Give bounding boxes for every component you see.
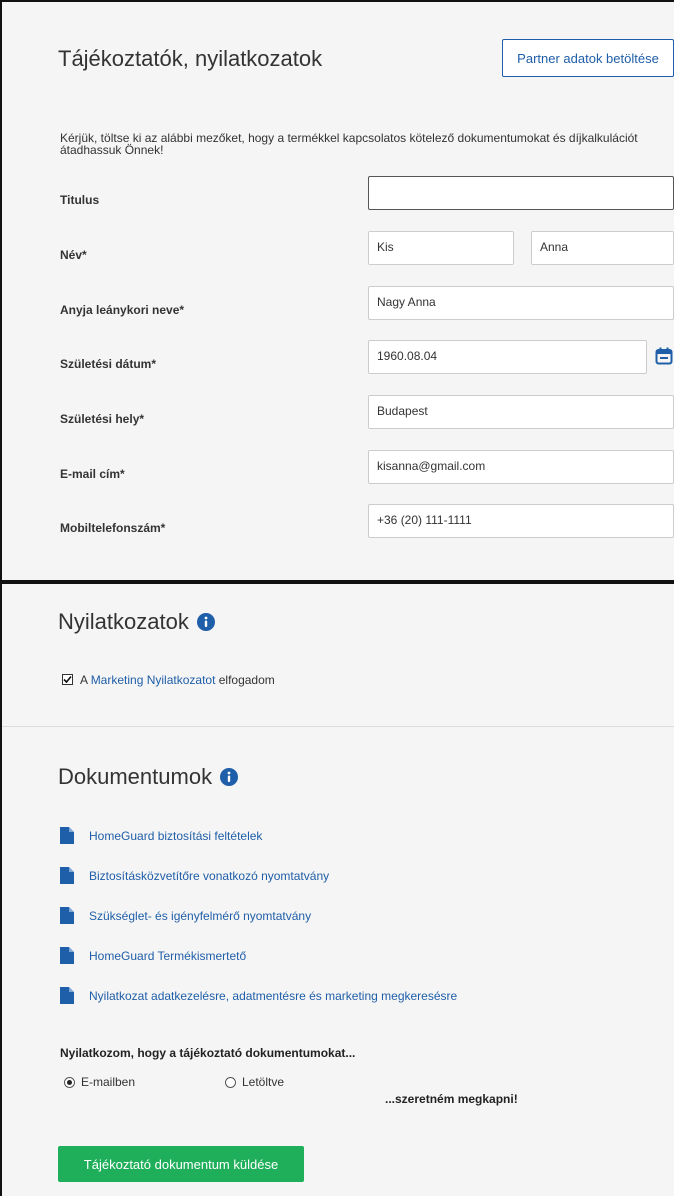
send-documents-button[interactable]: Tájékoztató dokumentum küldése (58, 1146, 304, 1182)
document-icon (60, 907, 74, 924)
first-name-input[interactable]: Kis (368, 231, 514, 265)
declarations-heading: Nyilatkozatok (58, 609, 215, 635)
section-divider (2, 726, 674, 727)
radio-download-label[interactable]: Letöltve (242, 1075, 284, 1089)
phone-label: Mobiltelefonszám* (60, 521, 166, 535)
document-link[interactable]: Biztosításközvetítőre vonatkozó nyomtatv… (89, 869, 329, 883)
checkmark-icon (63, 675, 72, 684)
nev-label: Név* (60, 248, 87, 262)
delivery-suffix: ...szeretném megkapni! (385, 1092, 518, 1106)
marketing-prefix: A (80, 673, 91, 687)
section-title-documents: Dokumentumok (58, 764, 213, 789)
phone-input[interactable]: +36 (20) 111-1111 (368, 504, 674, 538)
info-icon[interactable] (220, 768, 239, 786)
marketing-suffix: elfogadom (215, 673, 275, 687)
document-link[interactable]: HomeGuard Termékismertető (89, 949, 246, 963)
radio-email[interactable] (64, 1077, 75, 1088)
section-title-info: Tájékoztatók, nyilatkozatok (58, 46, 323, 71)
last-name-input[interactable]: Anna (531, 231, 674, 265)
declarations-section: Nyilatkozatok A Marketing Nyilatkozatot … (0, 582, 674, 1196)
mother-name-label: Anyja leánykori neve* (60, 303, 185, 317)
birth-place-input[interactable]: Budapest (368, 395, 674, 429)
marketing-statement-link[interactable]: Marketing Nyilatkozatot (91, 673, 216, 687)
info-icon[interactable] (196, 613, 215, 631)
marketing-checkbox[interactable] (62, 674, 73, 685)
intro-text: Kérjük, töltse ki az alábbi mezőket, hog… (60, 131, 638, 157)
document-item[interactable]: Nyilatkozat adatkezelésre, adatmentésre … (60, 987, 457, 1004)
delivery-question: Nyilatkozom, hogy a tájékoztató dokument… (60, 1046, 356, 1060)
documents-heading: Dokumentumok (58, 764, 239, 790)
info-section: Tájékoztatók, nyilatkozatok Partner adat… (0, 0, 674, 582)
titulus-input[interactable] (368, 176, 674, 210)
email-input[interactable]: kisanna@gmail.com (368, 450, 674, 484)
page: Tájékoztatók, nyilatkozatok Partner adat… (0, 0, 674, 1196)
document-item[interactable]: HomeGuard Termékismertető (60, 947, 246, 964)
document-link[interactable]: Szükséglet- és igényfelmérő nyomtatvány (89, 909, 311, 923)
document-icon (60, 987, 74, 1004)
radio-download[interactable] (225, 1077, 236, 1088)
document-icon (60, 827, 74, 844)
marketing-consent-text: A Marketing Nyilatkozatot elfogadom (80, 673, 275, 687)
document-link[interactable]: Nyilatkozat adatkezelésre, adatmentésre … (89, 989, 457, 1003)
section-title-declarations: Nyilatkozatok (58, 609, 189, 634)
mother-name-input[interactable]: Nagy Anna (368, 286, 674, 320)
birth-place-label: Születési hely* (60, 412, 145, 426)
document-item[interactable]: Szükséglet- és igényfelmérő nyomtatvány (60, 907, 311, 924)
titulus-label: Titulus (60, 193, 100, 207)
load-partner-button[interactable]: Partner adatok betöltése (502, 39, 674, 77)
calendar-icon[interactable] (655, 347, 673, 365)
radio-email-label[interactable]: E-mailben (81, 1075, 135, 1089)
document-item[interactable]: Biztosításközvetítőre vonatkozó nyomtatv… (60, 867, 329, 884)
document-icon (60, 947, 74, 964)
document-icon (60, 867, 74, 884)
document-item[interactable]: HomeGuard biztosítási feltételek (60, 827, 262, 844)
birth-date-label: Születési dátum* (60, 357, 157, 371)
radio-selected-dot (67, 1080, 72, 1085)
document-link[interactable]: HomeGuard biztosítási feltételek (89, 829, 262, 843)
birth-date-input[interactable]: 1960.08.04 (368, 340, 647, 374)
email-label: E-mail cím* (60, 467, 125, 481)
